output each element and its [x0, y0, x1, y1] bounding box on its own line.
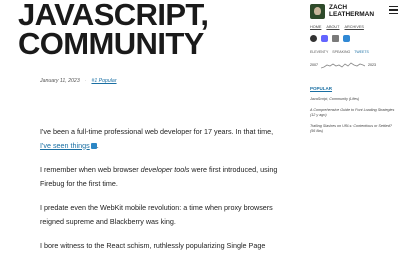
mastodon-icon[interactable]: [321, 35, 328, 42]
post-meta: January 11, 2023 · #1 Popular: [40, 78, 117, 84]
popular-list: JavaScript, Community (Lifes) A Comprehe…: [310, 97, 398, 134]
github-icon[interactable]: [310, 35, 317, 42]
page-title: JAVASCRIPT, COMMUNITY: [18, 0, 209, 61]
title-line-2: COMMUNITY: [18, 26, 204, 61]
nav-archives[interactable]: ARCHIVES: [345, 25, 364, 29]
nav-home[interactable]: HOME: [310, 25, 321, 29]
top-nav: HOME ABOUT ARCHIVES: [310, 25, 398, 29]
popular-heading[interactable]: POPULAR: [310, 86, 398, 91]
popular-item[interactable]: Trailing Slashes on URLs: Contentious or…: [310, 124, 398, 134]
menu-icon[interactable]: [389, 6, 398, 14]
popular-item[interactable]: A Comprehensive Guide to Font Loading St…: [310, 108, 398, 118]
seen-things-link[interactable]: I've seen things: [40, 141, 90, 150]
activity-sparkline: 2007 2023: [310, 60, 398, 70]
article-body: I've been a full-time professional web d…: [40, 125, 280, 264]
link-eleventy[interactable]: ELEVENTY: [310, 50, 328, 54]
spark-end-year: 2023: [368, 63, 376, 67]
paragraph-3: I predate even the WebKit mobile revolut…: [40, 203, 273, 226]
link-speaking[interactable]: SPEAKING: [332, 50, 350, 54]
post-date: January 11, 2023: [40, 78, 80, 84]
spark-start-year: 2007: [310, 63, 318, 67]
mastodon-alt-icon[interactable]: [343, 35, 350, 42]
sidebar: ZACH LEATHERMAN HOME ABOUT ARCHIVES ELEV…: [310, 4, 398, 140]
popular-tag-link[interactable]: #1 Popular: [91, 78, 116, 84]
sparkline-graph: [321, 62, 365, 69]
brand-name: ZACH LEATHERMAN: [329, 4, 375, 18]
paragraph-1: I've been a full-time professional web d…: [40, 127, 274, 150]
social-icons: [310, 35, 398, 42]
paragraph-2: I remember when web browser developer to…: [40, 165, 278, 188]
link-tweets[interactable]: TWEETS: [354, 50, 369, 54]
meta-separator: ·: [84, 78, 87, 84]
brand-link[interactable]: ZACH LEATHERMAN: [310, 4, 398, 19]
project-links: ELEVENTY SPEAKING TWEETS: [310, 50, 398, 54]
popular-item[interactable]: JavaScript, Community (Lifes): [310, 97, 398, 102]
database-icon[interactable]: [332, 35, 339, 42]
title-line-1: JAVASCRIPT,: [18, 0, 209, 32]
avatar: [310, 4, 325, 19]
nav-about[interactable]: ABOUT: [326, 25, 339, 29]
paragraph-4: I bore witness to the React schism, ruth…: [40, 241, 266, 250]
